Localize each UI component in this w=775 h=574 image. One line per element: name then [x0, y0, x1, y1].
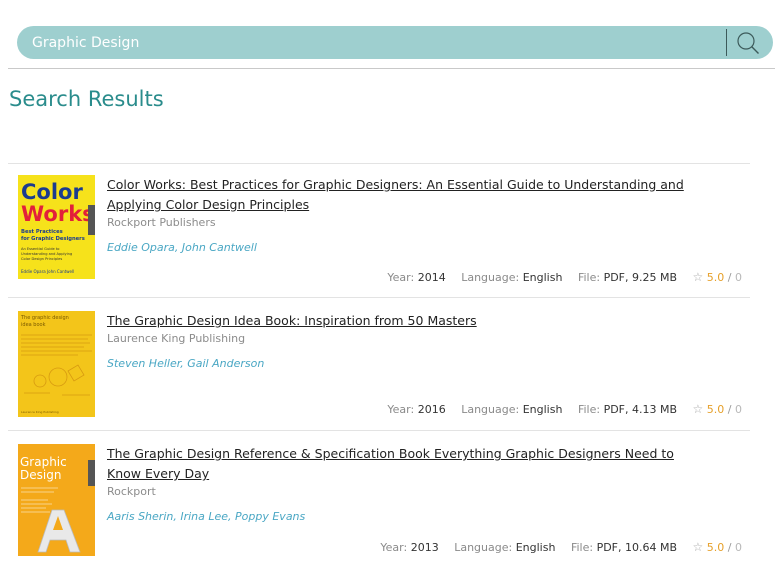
book-cover-image: Graphic Design	[18, 444, 95, 556]
search-icon	[737, 31, 759, 54]
search-divider	[726, 29, 727, 56]
file-value: PDF, 10.64 MB	[596, 541, 678, 554]
search-bar	[17, 26, 773, 59]
result-item: The graphic design idea book Laurence Ki…	[8, 297, 750, 430]
year-value: 2014	[417, 271, 446, 284]
svg-text:An Essential Guide to: An Essential Guide to	[21, 247, 59, 251]
rating-value: 5.0	[706, 541, 725, 554]
book-cover-image: Color Works Best Practices for Graphic D…	[18, 175, 95, 279]
authors[interactable]: Aaris Sherin, Irina Lee, Poppy Evans	[107, 510, 305, 523]
cover-word-2: Design	[20, 468, 61, 482]
file-value: PDF, 4.13 MB	[603, 403, 678, 416]
year-label: Year:	[380, 541, 408, 554]
year-label: Year:	[387, 403, 415, 416]
book-meta: Year: 2016 Language: English File: PDF, …	[387, 402, 742, 416]
book-cover[interactable]: Color Works Best Practices for Graphic D…	[18, 175, 95, 279]
result-item: Color Works Best Practices for Graphic D…	[8, 163, 750, 297]
rating-count: 0	[735, 271, 742, 284]
language-value: English	[515, 541, 556, 554]
file-value: PDF, 9.25 MB	[603, 271, 678, 284]
book-title-link[interactable]: The Graphic Design Reference & Specifica…	[107, 444, 687, 484]
svg-text:for Graphic Designers: for Graphic Designers	[21, 236, 85, 242]
book-meta: Year: 2014 Language: English File: PDF, …	[387, 270, 742, 284]
svg-text:Eddie Opara John Cantwell: Eddie Opara John Cantwell	[21, 269, 74, 274]
authors[interactable]: Steven Heller, Gail Anderson	[107, 357, 264, 370]
publisher[interactable]: Rockport Publishers	[107, 216, 216, 229]
rating-separator: /	[727, 271, 732, 284]
page-title: Search Results	[9, 87, 164, 111]
language-value: English	[522, 403, 563, 416]
file-label: File:	[577, 403, 601, 416]
publisher[interactable]: Rockport	[107, 485, 156, 498]
book-meta: Year: 2013 Language: English File: PDF, …	[380, 540, 742, 554]
rating-separator: /	[727, 541, 732, 554]
star-icon[interactable]: ☆	[693, 270, 704, 284]
book-title-link[interactable]: Color Works: Best Practices for Graphic …	[107, 175, 687, 215]
cover-line-1: The graphic design	[20, 315, 69, 321]
rating-separator: /	[727, 403, 732, 416]
language-label: Language:	[461, 403, 520, 416]
rating-value: 5.0	[706, 403, 725, 416]
year-value: 2013	[410, 541, 439, 554]
file-label: File:	[570, 541, 594, 554]
svg-text:Understanding and Applying: Understanding and Applying	[21, 252, 72, 256]
rating-count: 0	[735, 541, 742, 554]
result-item: Graphic Design The Graphic Design Refere…	[8, 430, 750, 570]
language-value: English	[522, 271, 563, 284]
book-title-link[interactable]: The Graphic Design Idea Book: Inspiratio…	[107, 311, 687, 331]
star-icon[interactable]: ☆	[693, 402, 704, 416]
rating-value: 5.0	[706, 271, 725, 284]
year-label: Year:	[387, 271, 415, 284]
svg-text:Laurence King Publishing: Laurence King Publishing	[21, 410, 59, 414]
cover-line-2: idea book	[21, 322, 46, 328]
cover-word-1: Graphic	[20, 455, 67, 469]
search-input[interactable]	[32, 26, 722, 59]
cover-word-2: Works	[21, 202, 95, 226]
year-value: 2016	[417, 403, 446, 416]
rating-count: 0	[735, 403, 742, 416]
book-cover[interactable]: The graphic design idea book Laurence Ki…	[18, 311, 95, 417]
cover-word-1: Color	[21, 180, 83, 204]
search-button[interactable]	[733, 28, 763, 57]
svg-text:Color Design Principles: Color Design Principles	[21, 257, 62, 261]
language-label: Language:	[454, 541, 513, 554]
language-label: Language:	[461, 271, 520, 284]
book-cover[interactable]: Graphic Design	[18, 444, 95, 556]
header-divider	[8, 68, 775, 69]
authors[interactable]: Eddie Opara, John Cantwell	[107, 241, 257, 254]
book-cover-image: The graphic design idea book Laurence Ki…	[18, 311, 95, 417]
star-icon[interactable]: ☆	[693, 540, 704, 554]
file-label: File:	[577, 271, 601, 284]
svg-text:Best Practices: Best Practices	[21, 229, 63, 235]
publisher[interactable]: Laurence King Publishing	[107, 332, 245, 345]
